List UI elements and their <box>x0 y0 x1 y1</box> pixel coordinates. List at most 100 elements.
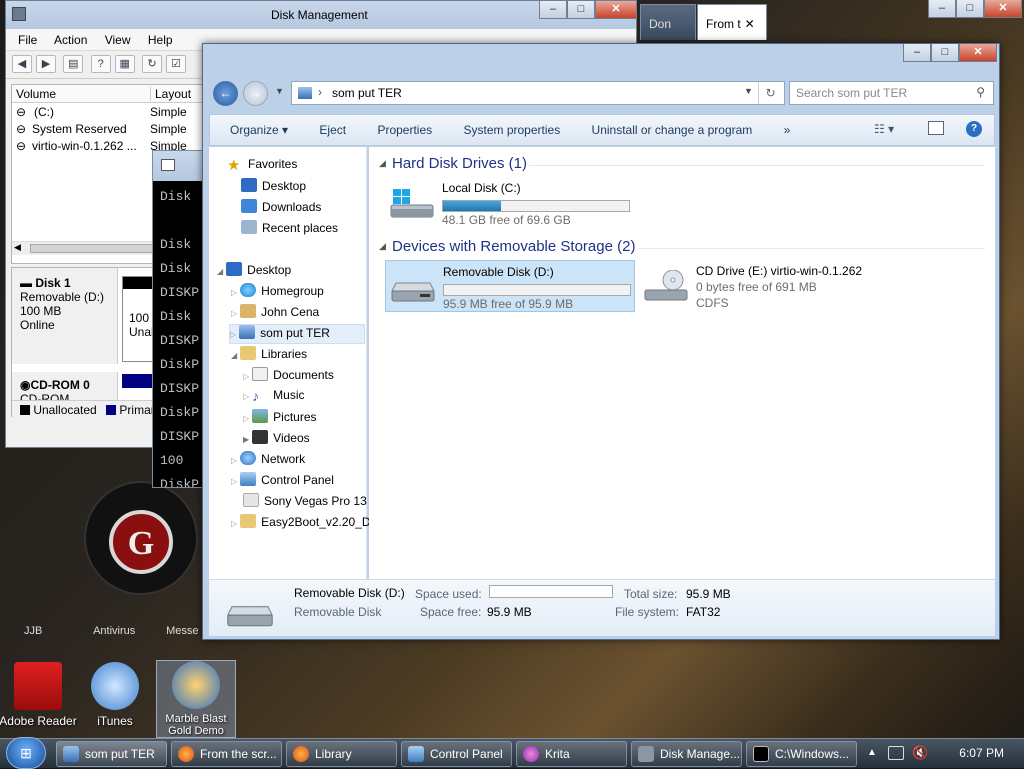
explorer-window: – □ ✕ ← → ▼ › som put TER ▼ ↻ Search som… <box>202 43 1000 640</box>
help-icon[interactable]: ? <box>966 121 982 137</box>
volume-row[interactable]: ⊖ System Reserved Simple <box>12 120 205 137</box>
close-button[interactable]: ✕ <box>984 0 1022 18</box>
maximize-button[interactable]: □ <box>931 44 959 62</box>
refresh-icon[interactable]: ↻ <box>758 82 782 104</box>
volume-layout: Simple <box>150 122 187 136</box>
properties-icon[interactable]: ▦ <box>114 55 135 73</box>
minimize-button[interactable]: – <box>903 44 931 62</box>
column-layout[interactable]: Layout <box>150 87 191 101</box>
menu-action[interactable]: Action <box>54 33 87 47</box>
volume-muted-icon[interactable]: 🔇 <box>912 745 928 761</box>
menu-view[interactable]: View <box>105 33 131 47</box>
eject-button[interactable]: Eject <box>319 123 346 137</box>
nav-pictures[interactable]: ▷ Pictures <box>243 409 317 429</box>
menu-file[interactable]: File <box>18 33 37 47</box>
taskbar-button-explorer[interactable]: som put TER <box>56 741 167 767</box>
collapse-icon[interactable]: ◢ <box>379 241 386 252</box>
nav-john-cena[interactable]: ▷ John Cena <box>231 304 319 324</box>
close-button[interactable]: ✕ <box>959 44 997 62</box>
tab-don[interactable]: Don <box>640 4 696 40</box>
forward-arrow-icon[interactable]: ▶ <box>36 55 56 73</box>
total-size-value: 95.9 MB <box>686 587 731 601</box>
properties-button[interactable]: Properties <box>377 123 432 137</box>
disk1-info[interactable]: ▬ Disk 1 Removable (D:) 100 MB Online <box>12 268 118 364</box>
nav-recent-places[interactable]: Recent places <box>241 220 338 240</box>
desktop-icon-itunes[interactable]: iTunes <box>75 662 155 728</box>
nav-videos[interactable]: ▶ Videos <box>243 430 310 450</box>
taskbar-button-library[interactable]: Library <box>286 741 397 767</box>
back-arrow-icon[interactable]: ◀ <box>12 55 32 73</box>
nav-sony-vegas[interactable]: Sony Vegas Pro 13 <box>243 493 367 513</box>
drive-c[interactable]: Local Disk (C:) 48.1 GB free of 69.6 GB <box>385 177 635 229</box>
taskbar-button-disk-management[interactable]: Disk Manage... <box>631 741 742 767</box>
nav-homegroup[interactable]: ▷ Homegroup <box>231 283 324 303</box>
back-button[interactable]: ← <box>213 81 238 106</box>
checklist-icon[interactable]: ☑ <box>166 55 187 73</box>
cdrom-info[interactable]: ◉CD-ROM 0 CD-ROM <box>12 372 118 402</box>
console-title-bar[interactable] <box>153 151 203 181</box>
close-button[interactable]: ✕ <box>595 1 637 19</box>
minimize-button[interactable]: – <box>928 0 956 18</box>
address-bar[interactable]: › som put TER ▼ ↻ <box>291 81 785 105</box>
show-hidden-icons[interactable]: ▲ <box>867 747 877 758</box>
start-button[interactable]: ⊞ <box>6 737 46 769</box>
nav-favorites[interactable]: ★ Favorites <box>227 157 297 177</box>
command-prompt-window[interactable]: Disk Disk Disk DISKP Disk DISKP DiskP DI… <box>152 150 204 488</box>
nav-music[interactable]: ▷ ♪ Music <box>243 388 305 408</box>
nav-control-panel[interactable]: ▷ Control Panel <box>231 472 334 492</box>
taskbar-button-firefox-1[interactable]: From the scr... <box>171 741 282 767</box>
taskbar-button-krita[interactable]: Krita <box>516 741 627 767</box>
nav-desktop-fav[interactable]: Desktop <box>241 178 306 198</box>
view-options-icon[interactable]: ☷ ▾ <box>874 122 894 136</box>
taskbar: ⊞ som put TER From the scr... Library Co… <box>0 737 1024 769</box>
more-commands-button[interactable]: » <box>784 123 791 137</box>
column-volume[interactable]: Volume <box>16 87 56 101</box>
taskbar-button-control-panel[interactable]: Control Panel <box>401 741 512 767</box>
recent-pages-icon[interactable]: ▼ <box>275 86 284 96</box>
drive-d[interactable]: Removable Disk (D:) 95.9 MB free of 95.9… <box>385 260 635 312</box>
collapse-icon[interactable]: ◢ <box>379 158 386 169</box>
desktop-icon-marble-blast[interactable]: Marble Blast Gold Demo <box>156 660 236 738</box>
system-properties-button[interactable]: System properties <box>463 123 560 137</box>
search-input[interactable]: Search som put TER ⚲ <box>789 81 994 105</box>
console-icon <box>161 159 175 171</box>
maximize-button[interactable]: □ <box>567 1 595 19</box>
minimize-button[interactable]: – <box>539 1 567 19</box>
group-divider <box>529 165 985 166</box>
chevron-down-icon[interactable]: ▼ <box>744 86 753 96</box>
close-icon[interactable]: ✕ <box>745 17 755 31</box>
volume-row[interactable]: ⊖ (C:) Simple <box>12 103 205 120</box>
uninstall-program-button[interactable]: Uninstall or change a program <box>592 123 753 137</box>
nav-libraries[interactable]: ◢ Libraries <box>231 346 307 366</box>
breadcrumb-separator-icon[interactable]: › <box>318 85 322 99</box>
desktop-icon <box>241 178 257 192</box>
nav-desktop[interactable]: ◢ Desktop <box>217 262 291 282</box>
search-icon[interactable]: ⚲ <box>976 85 985 99</box>
nav-computer[interactable]: ▷ som put TER <box>229 324 365 344</box>
scroll-thumb[interactable] <box>30 244 160 253</box>
nav-downloads[interactable]: Downloads <box>241 199 321 219</box>
tab-from[interactable]: From t ✕ <box>697 4 767 40</box>
console-tree-icon[interactable]: ▤ <box>63 55 84 73</box>
group-header-hard-disk-drives[interactable]: Hard Disk Drives (1) <box>392 155 527 172</box>
preview-pane-icon[interactable] <box>928 121 944 135</box>
organize-button[interactable]: Organize ▾ <box>230 123 288 137</box>
group-header-removable-storage[interactable]: Devices with Removable Storage (2) <box>392 238 635 255</box>
nav-documents[interactable]: ▷ Documents <box>243 367 334 387</box>
nav-network[interactable]: ▷ Network <box>231 451 305 471</box>
nav-easy2boot[interactable]: ▷ Easy2Boot_v2.20_DP <box>231 514 379 534</box>
forward-button[interactable]: → <box>243 81 268 106</box>
scroll-left-icon[interactable]: ◀ <box>14 242 21 253</box>
clock[interactable]: 6:07 PM <box>959 746 1004 760</box>
menu-help[interactable]: Help <box>148 33 173 47</box>
help-icon[interactable]: ? <box>90 55 111 73</box>
network-status-icon[interactable] <box>888 746 904 760</box>
maximize-button[interactable]: □ <box>956 0 984 18</box>
desktop-icon-adobe-reader[interactable]: Adobe Reader <box>0 662 78 728</box>
drive-e[interactable]: CD Drive (E:) virtio-win-0.1.262 0 bytes… <box>639 260 879 312</box>
taskbar-button-cmd[interactable]: C:\Windows... <box>746 741 857 767</box>
drive-name: CD Drive (E:) virtio-win-0.1.262 <box>696 264 863 278</box>
title-bar[interactable]: Disk Management – □ ✕ <box>6 1 637 29</box>
explorer-title-bar[interactable]: – □ ✕ <box>203 44 999 78</box>
refresh-icon[interactable]: ↻ <box>142 55 163 73</box>
